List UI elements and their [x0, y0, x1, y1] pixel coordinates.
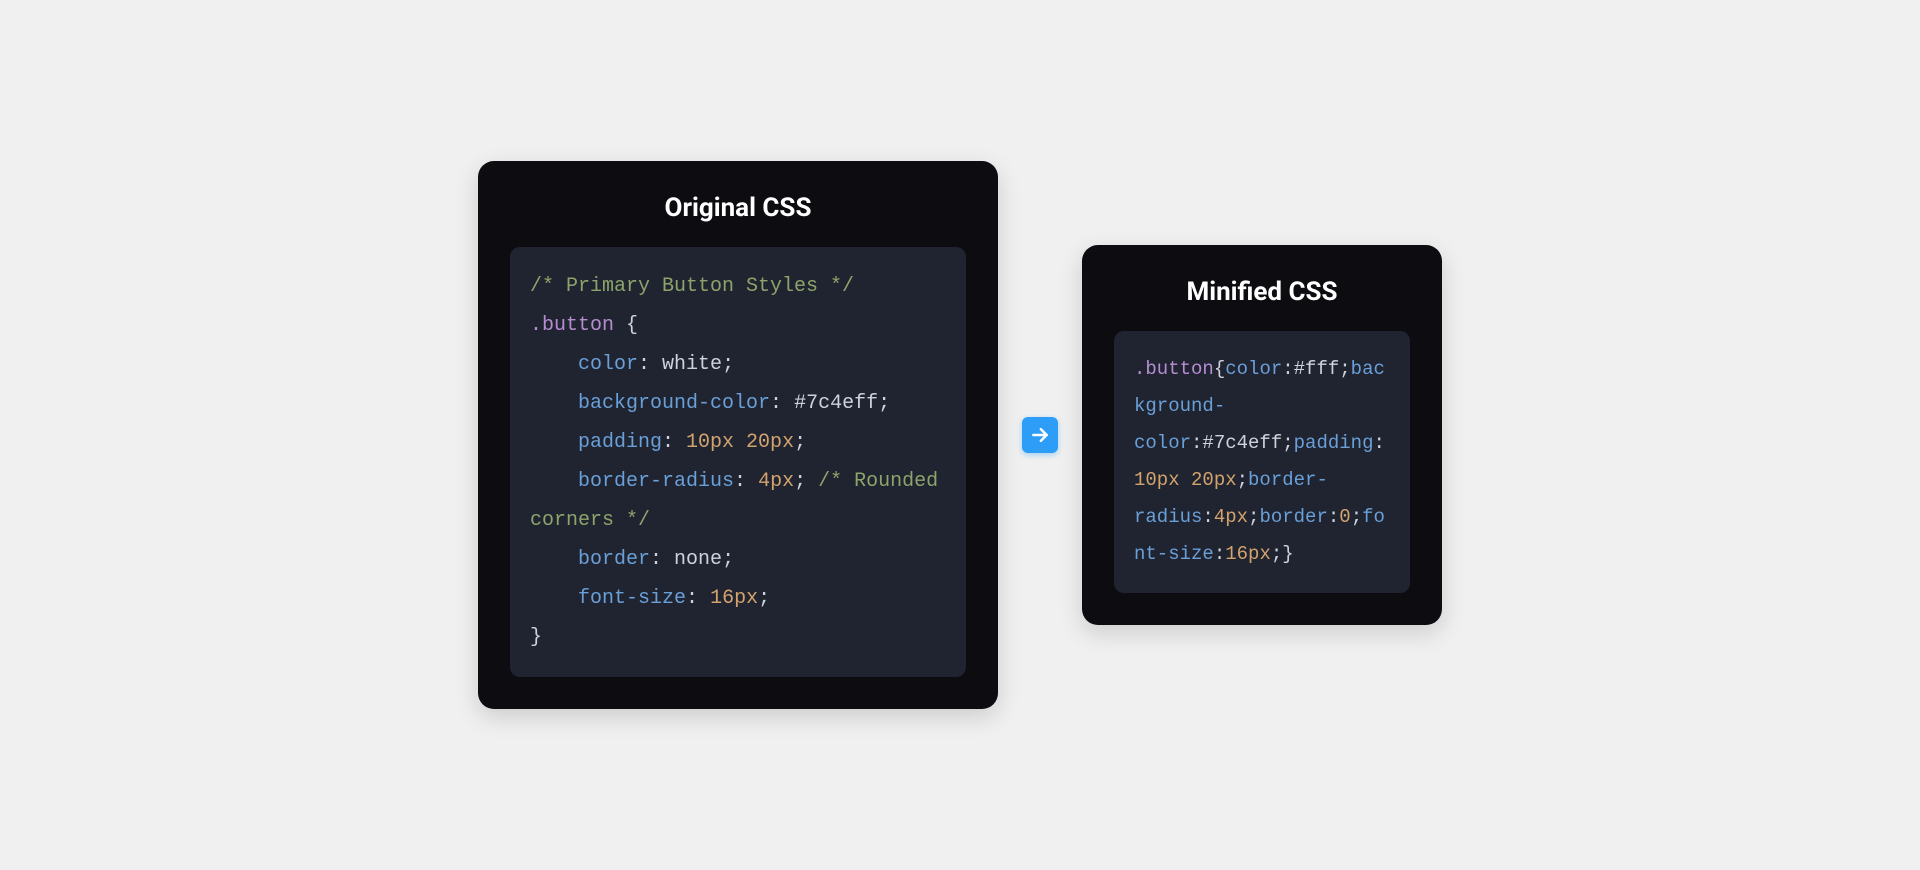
code-value: 0 — [1339, 506, 1350, 528]
code-value: #7c4eff — [1202, 432, 1282, 454]
code-brace: } — [530, 626, 542, 649]
code-semi: ; — [794, 470, 806, 493]
code-colon: : — [770, 392, 794, 415]
code-colon: : — [650, 548, 674, 571]
code-semi: ; — [1351, 506, 1362, 528]
arrow-right-icon — [1022, 417, 1058, 453]
original-css-code: /* Primary Button Styles */ .button { co… — [510, 247, 966, 677]
code-value: none — [674, 548, 722, 571]
code-colon: : — [1191, 432, 1202, 454]
minified-css-card: Minified CSS .button{color:#fff;backgrou… — [1082, 245, 1442, 625]
code-comment: /* Primary Button Styles */ — [530, 275, 854, 298]
code-prop: padding — [578, 431, 662, 454]
code-semi: ; — [878, 392, 890, 415]
code-value: 10px 20px — [1134, 469, 1237, 491]
code-value: 10px 20px — [686, 431, 794, 454]
original-css-title: Original CSS — [510, 193, 966, 223]
code-colon: : — [638, 353, 662, 376]
code-colon: : — [1282, 358, 1293, 380]
code-prop: background-color — [578, 392, 770, 415]
code-value: 16px — [1225, 543, 1271, 565]
code-colon: : — [1202, 506, 1213, 528]
code-value: 16px — [710, 587, 758, 610]
code-semi: ; — [722, 548, 734, 571]
code-prop: color — [1225, 358, 1282, 380]
code-value: 4px — [758, 470, 794, 493]
code-brace: } — [1282, 543, 1293, 565]
code-prop: padding — [1294, 432, 1374, 454]
code-prop: border — [578, 548, 650, 571]
code-semi: ; — [1237, 469, 1248, 491]
code-colon: : — [686, 587, 710, 610]
code-value: 4px — [1214, 506, 1248, 528]
code-value: #fff — [1294, 358, 1340, 380]
code-colon: : — [1328, 506, 1339, 528]
code-semi: ; — [722, 353, 734, 376]
code-selector: .button — [530, 314, 614, 337]
code-semi: ; — [1248, 506, 1259, 528]
code-colon: : — [734, 470, 758, 493]
code-prop: color — [578, 353, 638, 376]
code-prop: border-radius — [578, 470, 734, 493]
code-colon: : — [1214, 543, 1225, 565]
code-brace: { — [614, 314, 638, 337]
code-colon: : — [1373, 432, 1384, 454]
code-colon: : — [662, 431, 686, 454]
minified-css-title: Minified CSS — [1114, 277, 1410, 307]
code-value: white — [662, 353, 722, 376]
code-semi: ; — [1282, 432, 1293, 454]
code-prop: border — [1259, 506, 1327, 528]
code-semi: ; — [794, 431, 806, 454]
code-selector: .button — [1134, 358, 1214, 380]
original-css-card: Original CSS /* Primary Button Styles */… — [478, 161, 998, 709]
code-value: #7c4eff — [794, 392, 878, 415]
code-semi: ; — [1339, 358, 1350, 380]
code-semi: ; — [758, 587, 770, 610]
code-semi: ; — [1271, 543, 1282, 565]
code-prop: font-size — [578, 587, 686, 610]
minified-css-code: .button{color:#fff;background-color:#7c4… — [1114, 331, 1410, 593]
code-brace: { — [1214, 358, 1225, 380]
